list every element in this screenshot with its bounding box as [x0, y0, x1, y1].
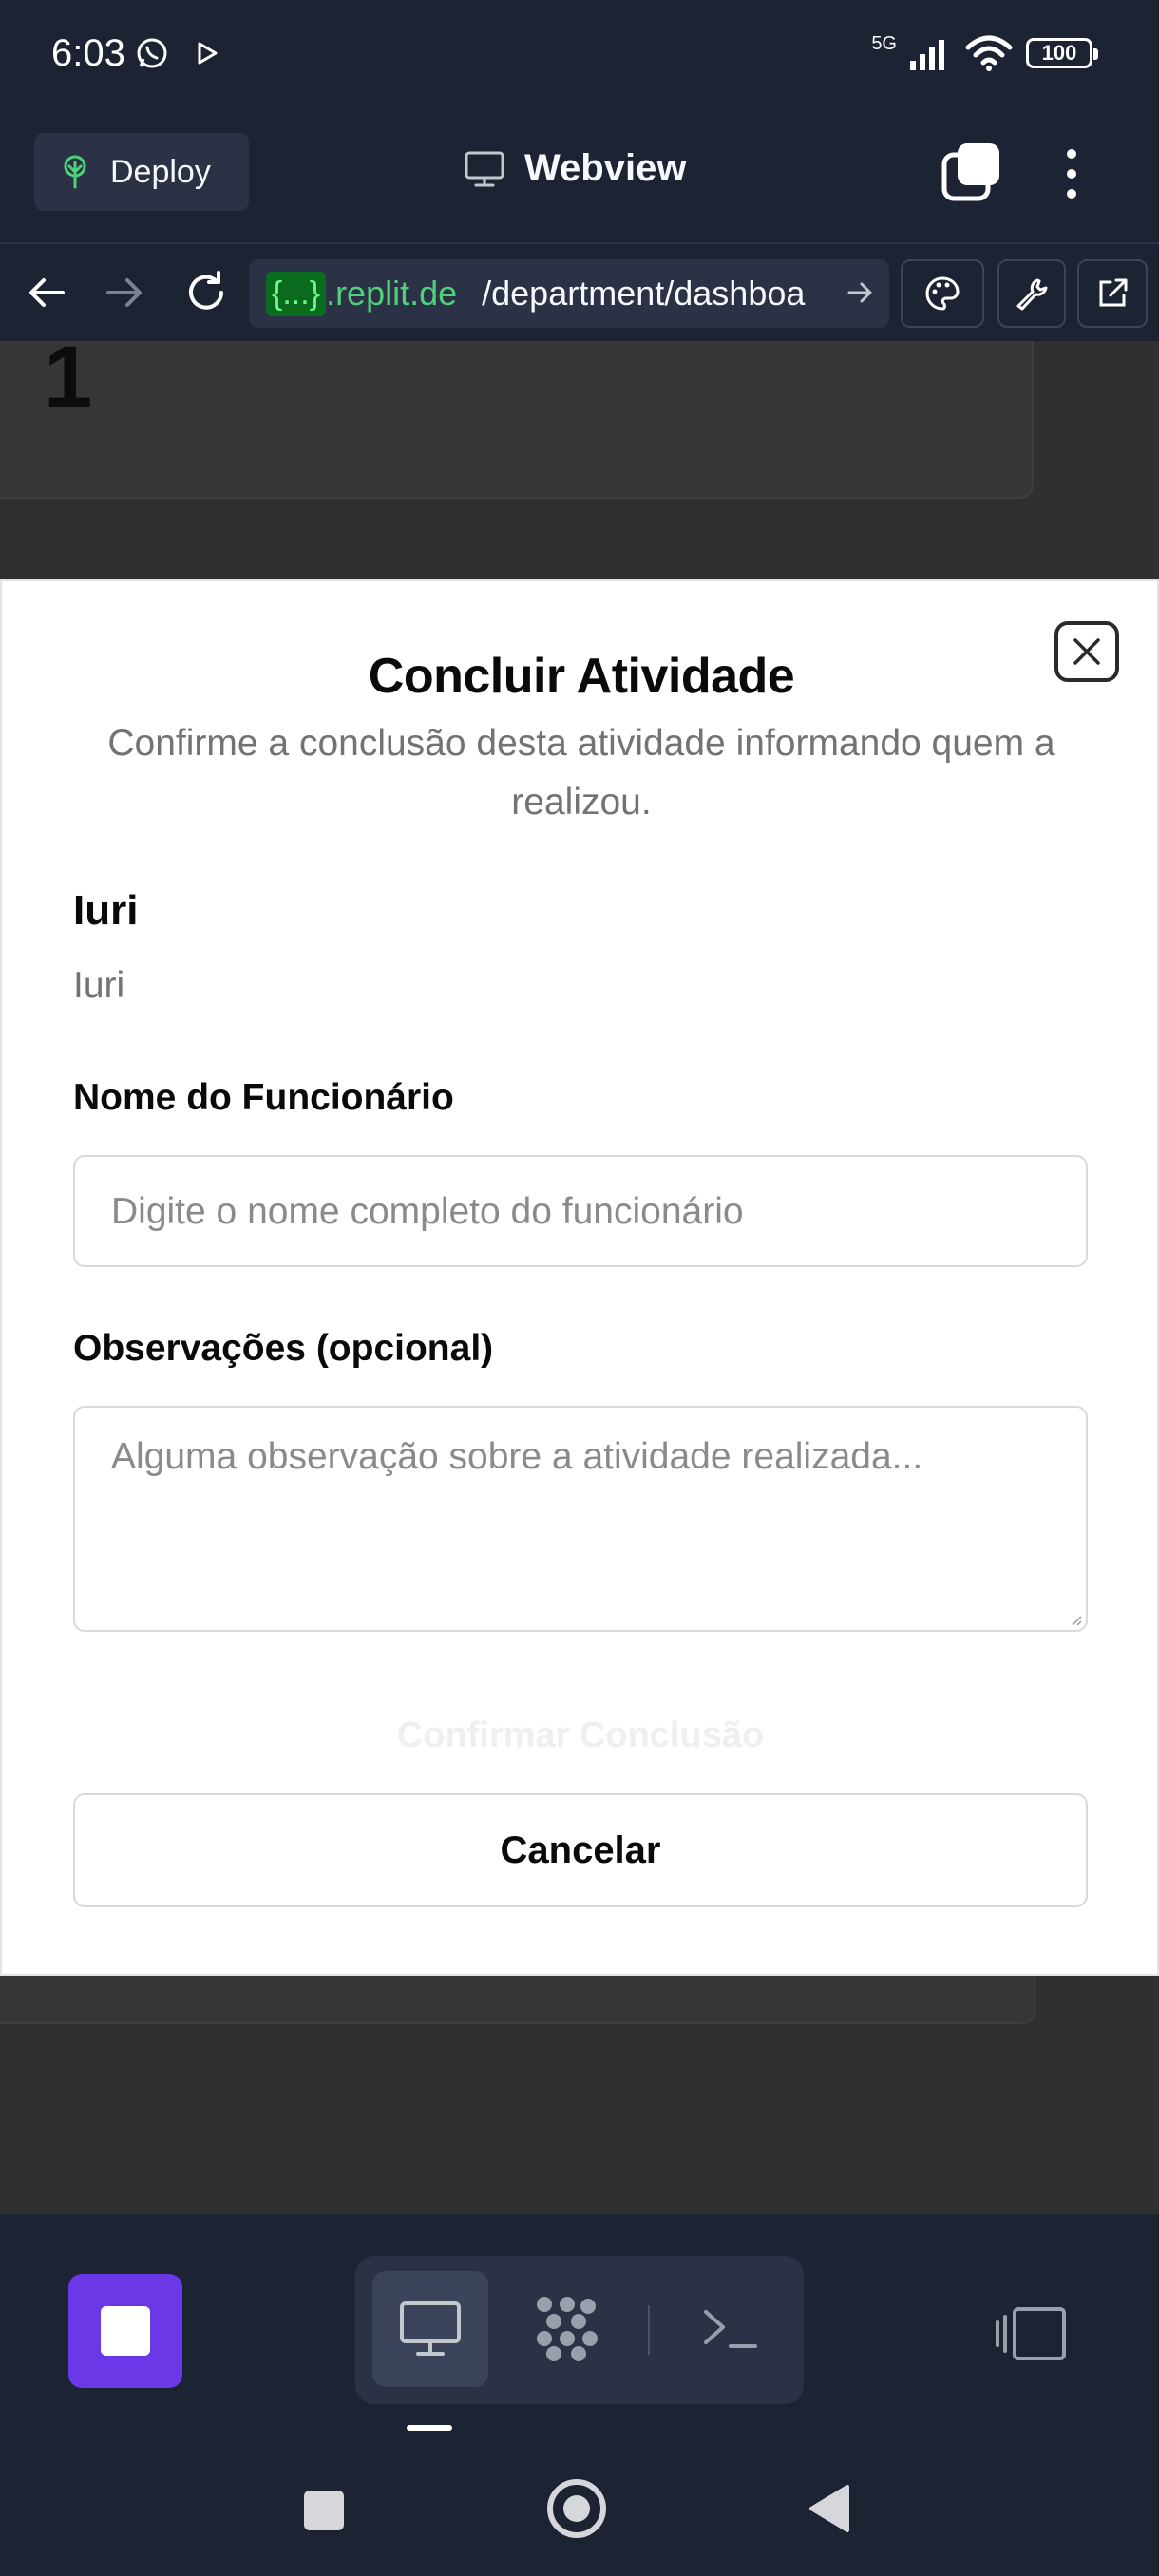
stop-icon — [101, 2306, 150, 2356]
employee-name-label: Nome do Funcionário — [73, 1077, 454, 1118]
resize-handle-icon[interactable] — [1069, 1613, 1082, 1626]
wrench-icon — [1016, 278, 1048, 311]
url-field[interactable]: {...} .replit.de /department/dashboa — [249, 259, 889, 328]
dock-workspace-tab[interactable] — [509, 2271, 625, 2387]
deploy-button[interactable]: Deploy — [34, 133, 249, 211]
back-triangle-icon[interactable] — [808, 2483, 851, 2534]
stat-card: 1 — [0, 329, 1034, 499]
signal-icon — [910, 40, 944, 70]
background-card — [0, 1975, 1036, 2024]
url-toolbar: {...} .replit.de /department/dashboa — [0, 244, 1159, 341]
notes-label: Observações (opcional) — [73, 1328, 494, 1369]
split-view-icon[interactable] — [996, 2305, 1068, 2362]
more-options-icon[interactable] — [1053, 143, 1091, 204]
open-new-tab-button[interactable] — [1077, 259, 1148, 328]
status-bar: 6:03 5G 100 — [0, 0, 1159, 109]
devtools-button[interactable] — [998, 259, 1066, 328]
home-indicator — [407, 2425, 452, 2431]
workspace-apps-icon — [537, 2297, 598, 2361]
employee-name-input[interactable]: Digite o nome completo do funcionário — [73, 1155, 1088, 1267]
url-domain: .replit.de — [326, 274, 458, 313]
battery-level: 100 — [1041, 41, 1077, 65]
dock-console-tab[interactable] — [673, 2271, 788, 2387]
dialog-title: Concluir Atividade — [368, 649, 795, 704]
deploy-icon — [64, 155, 86, 189]
play-store-icon — [198, 42, 218, 65]
back-arrow-icon[interactable] — [23, 269, 70, 316]
notes-textarea[interactable]: Alguma observação sobre a atividade real… — [73, 1406, 1088, 1632]
webview-icon — [400, 2301, 461, 2356]
external-link-icon — [1099, 278, 1128, 307]
dock-webview-tab[interactable] — [372, 2271, 488, 2387]
go-arrow-icon[interactable] — [846, 278, 874, 307]
employee-name-placeholder: Digite o nome completo do funcionário — [111, 1191, 744, 1232]
reload-icon[interactable] — [182, 269, 230, 316]
whatsapp-icon — [137, 38, 167, 68]
stop-button[interactable] — [68, 2274, 182, 2388]
home-icon[interactable] — [547, 2479, 606, 2538]
status-indicators: 5G 100 — [871, 32, 1098, 74]
url-masked-subdomain: {...} — [266, 271, 327, 316]
theme-button[interactable] — [901, 259, 984, 328]
deploy-label: Deploy — [110, 153, 211, 190]
stat-card-value: 1 — [44, 329, 93, 426]
dialog-description: Confirme a conclusão desta atividade inf… — [107, 723, 1055, 823]
activity-name: Iuri — [73, 887, 139, 934]
app-header: Deploy Webview — [0, 109, 1159, 244]
activity-description: Iuri — [73, 965, 125, 1006]
webview-title: Webview — [464, 147, 686, 190]
page-title: Webview — [524, 147, 687, 189]
monitor-icon — [465, 151, 504, 186]
palette-icon — [925, 276, 960, 311]
url-path: /department/dashboa — [482, 274, 806, 313]
confirm-button[interactable]: Confirmar Conclusão — [73, 1702, 1088, 1769]
forward-arrow-icon[interactable] — [101, 269, 148, 316]
battery-indicator: 100 — [1026, 38, 1098, 68]
dock-separator — [648, 2305, 650, 2355]
recents-icon[interactable] — [304, 2491, 344, 2530]
complete-activity-dialog: Concluir Atividade Confirme a conclusão … — [0, 579, 1159, 1976]
android-navigation-bar — [0, 2437, 1159, 2576]
cancel-button[interactable]: Cancelar — [73, 1793, 1088, 1907]
replit-dock — [0, 2214, 1159, 2437]
network-type: 5G — [871, 32, 897, 54]
console-icon — [704, 2310, 757, 2348]
wifi-icon — [965, 35, 1013, 71]
dock-tabs — [355, 2256, 804, 2404]
notes-placeholder: Alguma observação sobre a atividade real… — [111, 1436, 923, 1477]
status-time: 6:03 — [51, 32, 125, 74]
tabs-icon[interactable] — [940, 142, 1001, 202]
